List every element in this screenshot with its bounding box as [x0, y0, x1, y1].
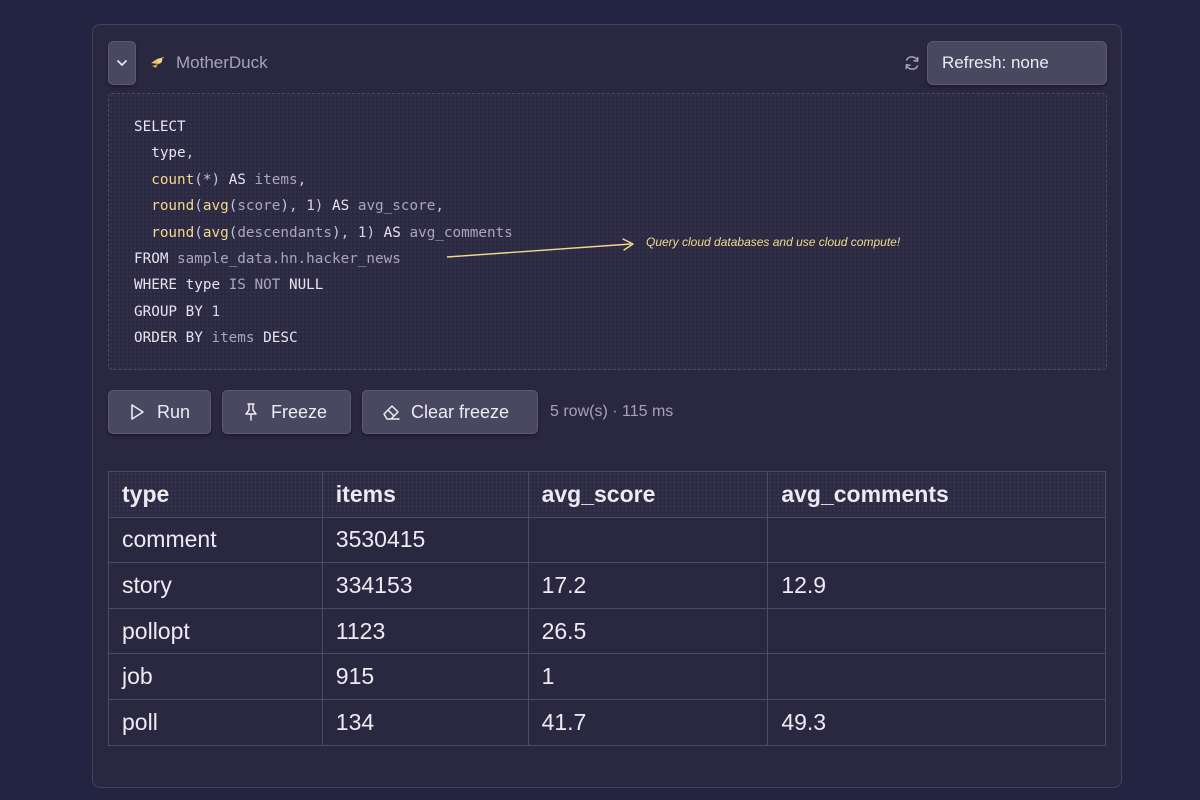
table-cell [527, 516, 769, 564]
sql-token: ) [314, 198, 333, 215]
sql-token: 1 [306, 198, 315, 215]
sql-token: SELECT [134, 119, 186, 135]
sql-token: GROUP BY [134, 303, 212, 320]
sql-token: FROM [134, 251, 178, 268]
clear-freeze-button[interactable]: Clear freeze [362, 390, 538, 434]
table-cell: 12.9 [767, 562, 1106, 609]
sql-token: round [134, 198, 195, 215]
eraser-icon [383, 405, 400, 420]
sql-token: ) [366, 224, 384, 241]
table-cell: job [108, 653, 323, 700]
table-cell: story [108, 562, 323, 609]
sql-token: ORDER BY [134, 330, 212, 347]
sql-token: avg [202, 224, 229, 241]
sql-token: score [237, 198, 281, 215]
sql-token: type [185, 277, 229, 294]
table-cell [767, 607, 1106, 655]
refresh-interval-select[interactable]: Refresh: none [927, 41, 1107, 85]
column-header-avg-comments[interactable]: avg_comments [767, 471, 1106, 518]
sql-token: AS [332, 198, 358, 215]
column-header-type[interactable]: type [108, 471, 323, 518]
table-cell: 41.7 [527, 698, 769, 746]
sql-token: ), [332, 224, 358, 241]
query-cell-panel: MotherDuck Refresh: none SELECT type, co… [92, 24, 1122, 788]
table-cell: 49.3 [767, 698, 1106, 746]
chevron-down-icon [117, 60, 127, 66]
sql-token: DESC [263, 330, 298, 347]
sql-token: count [134, 171, 195, 188]
action-bar: Run Freeze Clear freeze 5 row(s) · 115 m… [108, 390, 1107, 436]
sql-token: ( [194, 224, 203, 241]
query-status: 5 row(s) · 115 ms [550, 403, 674, 420]
pin-icon [245, 403, 257, 421]
sql-code-line[interactable]: round(avg(score), 1) AS avg_score, [134, 193, 513, 219]
sql-code-line[interactable]: type, [134, 140, 513, 166]
sql-token: 1 [211, 303, 221, 320]
sql-code-line[interactable]: WHERE type IS NOT NULL [134, 272, 513, 298]
sql-editor[interactable]: SELECT type, count(*) AS items, round(av… [108, 93, 1107, 370]
table-row: story 334153 17.2 12.9 [108, 562, 1106, 609]
table-header-row: type items avg_score avg_comments [108, 471, 1106, 518]
table-cell: 915 [321, 653, 529, 700]
sql-token: NULL [288, 277, 324, 294]
motherduck-logo-icon [151, 57, 164, 68]
freeze-button[interactable]: Freeze [222, 390, 351, 434]
sql-token: type [134, 145, 186, 162]
sql-token: , [297, 171, 307, 188]
sql-code-line[interactable]: ORDER BY items DESC [134, 325, 513, 351]
sql-token: descendants [237, 224, 332, 241]
annotation-arrow-icon [446, 238, 634, 258]
results-table: type items avg_score avg_comments commen… [108, 471, 1106, 746]
sql-token: round [134, 224, 195, 241]
sql-token: (*) [194, 171, 229, 188]
table-row: comment 3530415 [108, 516, 1106, 564]
table-row: poll 134 41.7 49.3 [108, 698, 1106, 746]
table-cell [767, 653, 1106, 700]
sql-code-line[interactable]: GROUP BY 1 [134, 299, 513, 325]
data-source-name: MotherDuck [176, 53, 268, 72]
clear-freeze-button-label: Clear freeze [411, 401, 510, 422]
table-cell: 1123 [321, 607, 529, 655]
run-button[interactable]: Run [108, 390, 211, 434]
run-button-label: Run [157, 401, 191, 422]
cell-header: MotherDuck Refresh: none [108, 40, 1107, 86]
table-cell [767, 516, 1106, 564]
sql-token: items [254, 171, 298, 188]
play-icon [131, 404, 144, 420]
table-cell: pollopt [108, 607, 323, 655]
sql-code-line[interactable]: SELECT [134, 114, 513, 140]
collapse-button[interactable] [108, 41, 136, 85]
table-cell: comment [108, 516, 323, 564]
table-cell: 1 [527, 653, 769, 700]
sql-token: WHERE [134, 277, 186, 294]
sql-token: items [211, 330, 264, 347]
table-cell: 334153 [321, 562, 529, 609]
table-cell: poll [108, 698, 323, 746]
sql-code[interactable]: SELECT type, count(*) AS items, round(av… [134, 114, 513, 352]
sql-token: sample_data.hn.hacker_news [177, 251, 401, 268]
refresh-icon[interactable] [903, 54, 921, 72]
column-header-items[interactable]: items [321, 471, 529, 518]
table-row: pollopt 1123 26.5 [108, 607, 1106, 655]
sql-token: , [435, 198, 444, 215]
table-cell: 3530415 [321, 516, 529, 564]
sql-token: AS [228, 171, 255, 188]
sql-token: ( [194, 198, 203, 215]
sql-token: avg_score [357, 198, 436, 215]
sql-token: avg [202, 198, 229, 215]
annotation-text: Query cloud databases and use cloud comp… [646, 235, 901, 249]
sql-code-line[interactable]: count(*) AS items, [134, 167, 513, 193]
sql-token: ), [280, 198, 307, 215]
sql-token: , [185, 145, 195, 162]
sql-token: AS [383, 224, 410, 241]
freeze-button-label: Freeze [271, 401, 328, 422]
table-cell: 134 [321, 698, 529, 746]
table-cell: 17.2 [527, 562, 769, 609]
sql-token: IS NOT [228, 277, 289, 294]
table-cell: 26.5 [527, 607, 769, 655]
table-row: job 915 1 [108, 653, 1106, 700]
column-header-avg-score[interactable]: avg_score [527, 471, 769, 518]
